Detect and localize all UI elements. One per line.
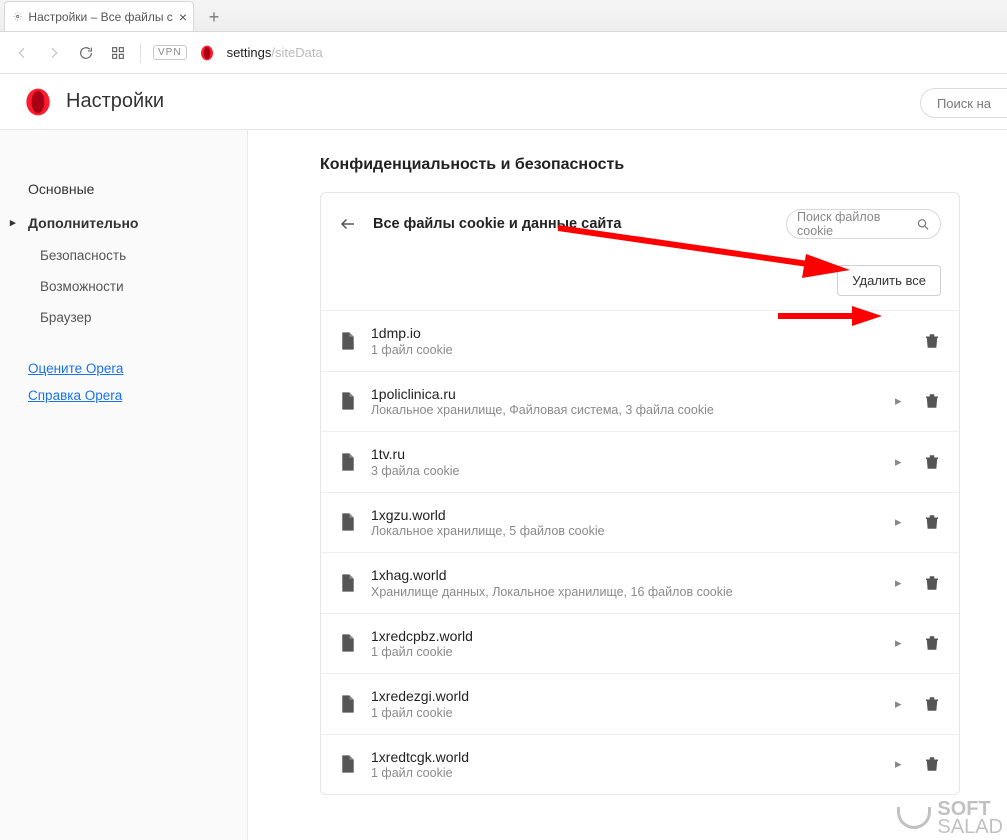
site-text: 1xredtcgk.world1 файл cookie (371, 749, 881, 781)
sidebar-item-features[interactable]: Возможности (0, 271, 247, 302)
reload-button[interactable] (76, 43, 96, 63)
sidebar-item-basic[interactable]: Основные (0, 172, 247, 206)
browser-toolbar: VPN settings/siteData (0, 32, 1007, 74)
opera-icon (199, 45, 215, 61)
main-content: Конфиденциальность и безопасность Все фа… (248, 130, 1007, 840)
trash-icon[interactable] (923, 755, 941, 773)
sidebar-item-browser[interactable]: Браузер (0, 302, 247, 333)
watermark: SOFTSALAD (897, 800, 1003, 836)
opera-logo-icon (24, 88, 52, 116)
separator (140, 43, 141, 63)
settings-search-input[interactable]: Поиск на (920, 88, 1007, 118)
sidebar-item-advanced[interactable]: Дополнительно (0, 206, 247, 240)
file-icon (339, 633, 357, 653)
trash-icon[interactable] (923, 634, 941, 652)
site-desc: 1 файл cookie (371, 343, 881, 357)
site-desc: 1 файл cookie (371, 706, 881, 720)
bowl-icon (897, 807, 931, 829)
file-icon (339, 331, 357, 351)
site-name: 1dmp.io (371, 325, 881, 343)
trash-icon[interactable] (923, 332, 941, 350)
trash-icon[interactable] (923, 513, 941, 531)
site-desc: 1 файл cookie (371, 645, 881, 659)
cookie-search-placeholder: Поиск файлов cookie (797, 210, 916, 238)
chevron-right-icon[interactable]: ▸ (895, 454, 905, 470)
browser-tab-active[interactable]: Настройки – Все файлы c × (4, 1, 194, 31)
file-icon (339, 754, 357, 774)
site-desc: Локальное хранилище, Файловая система, 3… (371, 403, 881, 417)
site-desc: Хранилище данных, Локальное хранилище, 1… (371, 585, 881, 599)
site-name: 1xredezgi.world (371, 688, 881, 706)
back-arrow-icon[interactable] (339, 215, 357, 233)
card-title: Все файлы cookie и данные сайта (373, 216, 770, 232)
site-text: 1dmp.io1 файл cookie (371, 325, 881, 357)
site-name: 1xgzu.world (371, 507, 881, 525)
chevron-right-icon[interactable]: ▸ (895, 696, 905, 712)
trash-icon[interactable] (923, 695, 941, 713)
site-name: 1xredtcgk.world (371, 749, 881, 767)
site-text: 1xredcpbz.world1 файл cookie (371, 628, 881, 660)
trash-icon[interactable] (923, 392, 941, 410)
browser-tab-bar: Настройки – Все файлы c × + (0, 0, 1007, 32)
sidebar-item-security[interactable]: Безопасность (0, 240, 247, 271)
chevron-right-icon[interactable]: ▸ (895, 756, 905, 772)
site-row[interactable]: 1xhag.worldХранилище данных, Локальное х… (321, 552, 959, 613)
site-name: 1policlinica.ru (371, 386, 881, 404)
sidebar-link-rate[interactable]: Оцените Opera (28, 361, 219, 376)
delete-all-button[interactable]: Удалить все (837, 265, 941, 296)
chevron-right-icon[interactable]: ▸ (895, 393, 905, 409)
site-text: 1policlinica.ruЛокальное хранилище, Файл… (371, 386, 881, 418)
back-button[interactable] (12, 43, 32, 63)
file-icon (339, 512, 357, 532)
address-suffix: /siteData (271, 45, 322, 60)
sidebar: Основные Дополнительно Безопасность Возм… (0, 130, 248, 840)
speed-dial-icon[interactable] (108, 43, 128, 63)
site-row[interactable]: 1policlinica.ruЛокальное хранилище, Файл… (321, 371, 959, 432)
chevron-right-icon[interactable]: ▸ (895, 635, 905, 651)
file-icon (339, 391, 357, 411)
page-title: Настройки (66, 90, 164, 113)
site-text: 1xhag.worldХранилище данных, Локальное х… (371, 567, 881, 599)
close-icon[interactable]: × (179, 9, 187, 25)
site-row[interactable]: 1xredcpbz.world1 файл cookie ▸ (321, 613, 959, 674)
site-data-card: Все файлы cookie и данные сайта Поиск фа… (320, 192, 960, 795)
address-prefix: settings (227, 45, 272, 60)
section-title: Конфиденциальность и безопасность (320, 156, 991, 174)
site-row[interactable]: 1tv.ru3 файла cookie ▸ (321, 431, 959, 492)
site-desc: 1 файл cookie (371, 766, 881, 780)
site-name: 1xhag.world (371, 567, 881, 585)
site-row[interactable]: 1xgzu.worldЛокальное хранилище, 5 файлов… (321, 492, 959, 553)
cookie-search-input[interactable]: Поиск файлов cookie (786, 209, 941, 239)
file-icon (339, 573, 357, 593)
search-icon (916, 217, 930, 232)
site-desc: 3 файла cookie (371, 464, 881, 478)
site-text: 1xredezgi.world1 файл cookie (371, 688, 881, 720)
site-text: 1tv.ru3 файла cookie (371, 446, 881, 478)
trash-icon[interactable] (923, 574, 941, 592)
vpn-badge[interactable]: VPN (153, 45, 187, 60)
settings-search-placeholder: Поиск на (937, 96, 991, 111)
site-name: 1tv.ru (371, 446, 881, 464)
site-text: 1xgzu.worldЛокальное хранилище, 5 файлов… (371, 507, 881, 539)
site-name: 1xredcpbz.world (371, 628, 881, 646)
sidebar-link-help[interactable]: Справка Opera (28, 388, 219, 403)
address-bar[interactable]: settings/siteData (227, 45, 323, 60)
tab-title: Настройки – Все файлы c (28, 10, 172, 24)
site-row[interactable]: 1xredezgi.world1 файл cookie ▸ (321, 673, 959, 734)
chevron-right-icon[interactable]: ▸ (895, 575, 905, 591)
forward-button[interactable] (44, 43, 64, 63)
chevron-right-icon[interactable]: ▸ (895, 514, 905, 530)
new-tab-button[interactable]: + (200, 3, 228, 31)
site-desc: Локальное хранилище, 5 файлов cookie (371, 524, 881, 538)
file-icon (339, 452, 357, 472)
file-icon (339, 694, 357, 714)
site-row[interactable]: 1dmp.io1 файл cookie (321, 310, 959, 371)
site-row[interactable]: 1xredtcgk.world1 файл cookie ▸ (321, 734, 959, 795)
settings-header: Настройки Поиск на (0, 74, 1007, 130)
gear-icon (13, 10, 22, 23)
trash-icon[interactable] (923, 453, 941, 471)
